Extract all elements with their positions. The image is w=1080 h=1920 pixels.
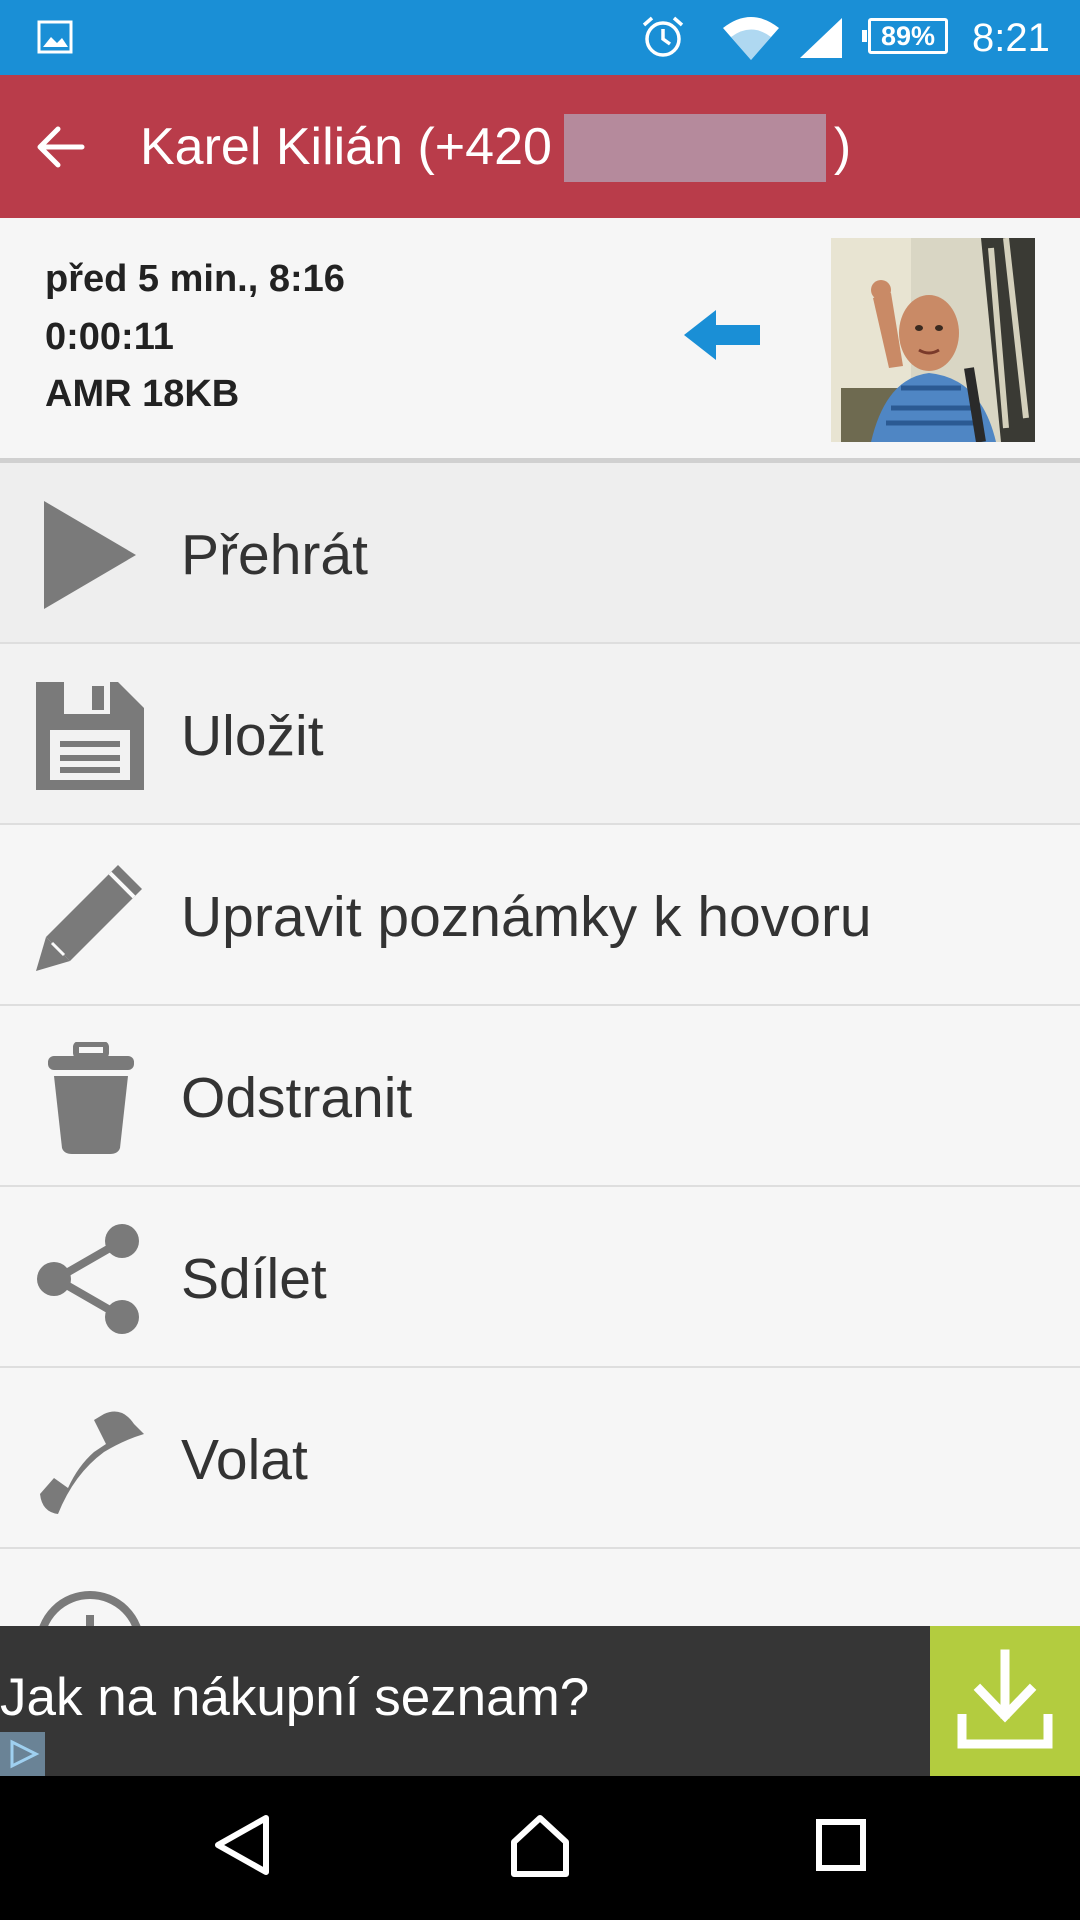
menu-item-label: Odstranit	[181, 1066, 413, 1130]
phone-icon	[40, 1411, 144, 1514]
wifi-icon	[723, 17, 779, 60]
ad-download-button[interactable]	[930, 1626, 1080, 1776]
app-bar: Karel Kilián (+420)	[0, 75, 1080, 218]
title-text: Karel Kilián (+420	[140, 118, 552, 176]
status-bar: 89% 8:21	[0, 0, 1080, 75]
menu-item-delete[interactable]: Odstranit	[0, 1006, 1080, 1187]
menu-item-edit-notes[interactable]: Upravit poznámky k hovoru	[0, 825, 1080, 1006]
adchoices-icon[interactable]	[0, 1732, 45, 1776]
ad-text[interactable]: Jak na nákupní seznam?	[0, 1666, 589, 1730]
nav-home-icon[interactable]	[508, 1812, 572, 1878]
navigation-bar	[0, 1776, 1080, 1920]
save-icon	[36, 682, 144, 790]
redacted-phone-number	[564, 114, 826, 182]
signal-icon	[800, 18, 842, 58]
menu-item-save[interactable]: Uložit	[0, 644, 1080, 825]
arrow-left-icon[interactable]	[34, 123, 86, 171]
ad-banner[interactable]: Jak na nákupní seznam?	[0, 1626, 1080, 1776]
battery-icon: 89%	[862, 18, 948, 54]
battery-level: 89%	[880, 21, 936, 51]
nav-back-icon[interactable]	[210, 1812, 272, 1878]
menu-item-label: Upravit poznámky k hovoru	[181, 885, 872, 949]
nav-recents-icon[interactable]	[815, 1812, 867, 1878]
recording-info: před 5 min., 8:16 0:00:11 AMR 18KB	[0, 218, 1080, 458]
alarm-icon	[642, 16, 684, 57]
gallery-icon	[37, 20, 73, 54]
recording-time: před 5 min., 8:16	[45, 258, 345, 300]
trash-icon	[48, 1042, 134, 1154]
menu-item-label: Volat	[181, 1428, 308, 1492]
menu-item-label: Uložit	[181, 704, 324, 768]
status-clock: 8:21	[972, 16, 1050, 60]
recording-duration: 0:00:11	[45, 316, 174, 358]
action-menu: Přehrát Uložit Upravit poznámky k hovoru…	[0, 463, 1080, 1730]
menu-item-share[interactable]: Sdílet	[0, 1187, 1080, 1368]
download-icon	[957, 1649, 1053, 1749]
menu-item-label: Sdílet	[181, 1247, 327, 1311]
play-icon	[44, 501, 136, 609]
share-icon	[37, 1224, 139, 1334]
menu-item-call[interactable]: Volat	[0, 1368, 1080, 1549]
menu-item-label: Přehrát	[181, 523, 368, 587]
title-end: )	[833, 118, 852, 176]
pencil-icon	[36, 865, 142, 971]
menu-item-play[interactable]: Přehrát	[0, 463, 1080, 644]
recording-format-size: AMR 18KB	[45, 373, 240, 415]
contact-avatar[interactable]	[831, 238, 1035, 442]
incoming-arrow-icon	[684, 310, 760, 360]
